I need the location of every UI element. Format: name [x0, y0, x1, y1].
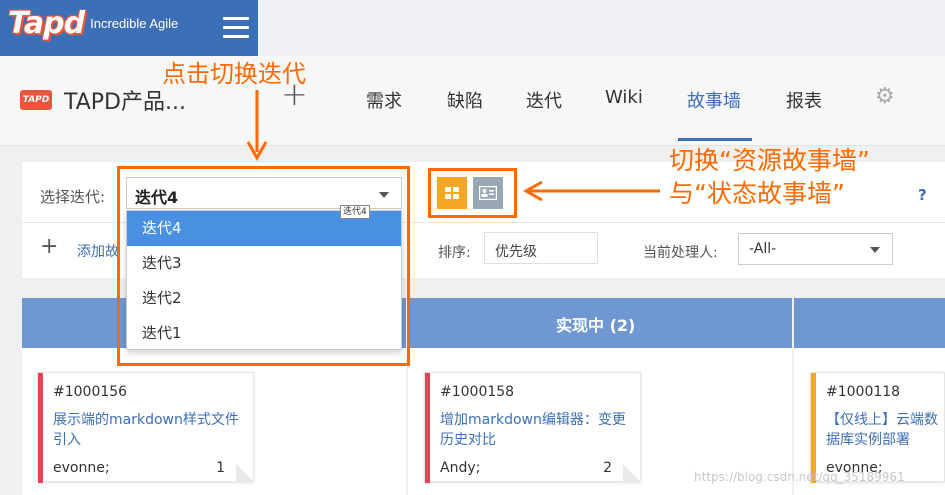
- annotation-text-switch-view-2: 与“状态故事墙”: [669, 179, 845, 208]
- annotation-text-switch-view-1: 切换“资源故事墙”: [669, 146, 870, 175]
- project-icon: TAPD: [20, 90, 52, 110]
- annotation-arrow-down: [246, 90, 268, 162]
- card-priority-stripe: [38, 373, 43, 483]
- card-title[interactable]: 展示端的markdown样式文件引入: [53, 410, 248, 450]
- nav-tab-bugs[interactable]: 缺陷: [447, 87, 483, 113]
- logo-wordmark: Tapd: [8, 6, 85, 41]
- sort-select[interactable]: 优先级: [484, 232, 598, 264]
- project-nav: TAPD TAPD产品... + 需求 缺陷 迭代 Wiki 故事墙 报表 ⚙: [0, 56, 945, 146]
- top-bar-blank: [258, 0, 945, 56]
- watermark: https://blog.csdn.net/qq_35189961: [694, 470, 905, 484]
- annotation-arrow-left: [522, 180, 660, 202]
- chevron-down-icon: [870, 247, 880, 253]
- column-title: 实现中 (2): [556, 316, 636, 335]
- card-priority-stripe: [811, 373, 816, 483]
- owner-selected-value: -All-: [749, 241, 777, 257]
- card-owner: evonne;: [53, 460, 110, 476]
- card-id: #1000158: [440, 384, 515, 400]
- nav-tab-iterations[interactable]: 迭代: [526, 87, 562, 113]
- column-divider: [792, 298, 794, 495]
- story-card[interactable]: #1000158 增加markdown编辑器：变更历史对比 Andy; 2: [424, 372, 641, 483]
- owner-select[interactable]: -All-: [738, 233, 893, 265]
- logo-tagline: Incredible Agile: [90, 16, 179, 31]
- iteration-label: 选择迭代:: [40, 188, 106, 206]
- add-story-icon[interactable]: +: [40, 236, 58, 258]
- card-owner: Andy;: [440, 460, 481, 476]
- story-card[interactable]: #1000118 【仅线上】云端数据库实例部署 evonne;: [810, 372, 945, 483]
- active-tab-underline: [678, 138, 752, 141]
- annotation-box-iteration: [117, 166, 410, 366]
- nav-tab-wiki[interactable]: Wiki: [605, 87, 643, 108]
- gear-icon[interactable]: ⚙: [875, 84, 895, 109]
- owner-label: 当前处理人:: [643, 245, 718, 261]
- sort-label: 排序:: [438, 245, 471, 261]
- card-title[interactable]: 增加markdown编辑器：变更历史对比: [440, 410, 635, 450]
- card-id: #1000118: [826, 384, 901, 400]
- annotation-text-switch-iteration: 点击切换迭代: [162, 60, 306, 88]
- card-points: 1: [216, 460, 225, 476]
- card-id: #1000156: [53, 384, 128, 400]
- top-bar: Tapd Incredible Agile: [0, 0, 945, 56]
- annotation-box-view-toggle: [428, 168, 517, 218]
- card-corner-fold: [623, 464, 641, 482]
- card-title[interactable]: 【仅线上】云端数据库实例部署: [826, 410, 944, 450]
- nav-tab-reports[interactable]: 报表: [786, 87, 822, 113]
- card-priority-stripe: [425, 373, 430, 483]
- nav-tab-requirements[interactable]: 需求: [366, 87, 402, 113]
- add-story-link[interactable]: 添加故: [77, 241, 119, 261]
- project-name[interactable]: TAPD产品...: [64, 84, 186, 116]
- card-corner-fold: [236, 464, 254, 482]
- story-card[interactable]: #1000156 展示端的markdown样式文件引入 evonne; 1: [37, 372, 254, 483]
- menu-icon[interactable]: [223, 17, 249, 39]
- help-icon[interactable]: ?: [918, 186, 927, 204]
- tapd-logo[interactable]: Tapd Incredible Agile: [8, 6, 178, 41]
- column-header-next: [794, 298, 945, 348]
- card-points: 2: [603, 460, 612, 476]
- nav-tab-storywall[interactable]: 故事墙: [687, 87, 741, 113]
